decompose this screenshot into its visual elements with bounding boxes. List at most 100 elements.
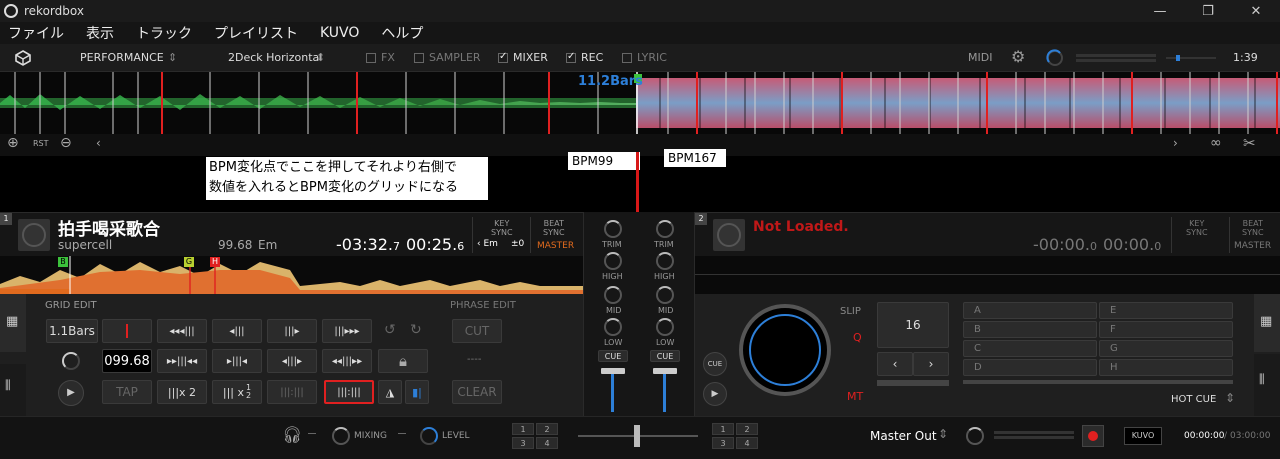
deck2-jog-wheel[interactable] [739,304,831,396]
crossfader-handle[interactable] [634,425,640,447]
link-icon[interactable]: ∞ [1210,135,1222,151]
menu-help[interactable]: ヘルプ [381,23,423,43]
deck2-overview-waveform[interactable] [695,256,1280,294]
maximize-button[interactable]: ❐ [1188,0,1228,22]
auto-grid-button[interactable]: |||:||| [267,380,317,404]
ch1-low-knob[interactable] [604,318,622,336]
zoom-reset-button[interactable]: RST [33,139,49,148]
half-grid-button[interactable]: ||| x 12 [212,380,262,404]
tap-button[interactable]: TAP [102,380,152,404]
headphones-icon[interactable]: 🎧︎ [282,425,302,444]
zoom-in-icon[interactable]: ⊕ [7,135,19,151]
deck1-pad-mode-tab[interactable]: ▦ [0,294,26,352]
grid-lock-icon[interactable]: 🔒︎ [378,349,428,373]
hot-cue-g[interactable]: G [1099,340,1233,357]
deck2-key-sync[interactable]: KEY SYNC [1171,217,1227,253]
deck2-master-button[interactable]: MASTER [1234,241,1271,251]
hot-cue-a[interactable]: A [963,302,1097,319]
deck2-pad-mode-tab[interactable]: ▦ [1254,294,1280,352]
menu-kuvo[interactable]: KUVO [320,25,359,41]
menu-playlist[interactable]: プレイリスト [214,23,298,43]
shift-grid-right-large-button[interactable]: |||▸▸▸ [322,319,372,343]
record-button[interactable] [1082,425,1104,447]
deck1-key-sync[interactable]: KEY SYNC ‹ Em ±0 [472,217,528,253]
scissors-icon[interactable]: ✂ [1243,134,1256,152]
quantize-button[interactable]: Q [853,331,862,344]
mixer-toggle[interactable]: MIXER [498,51,548,64]
ch2-high-knob[interactable] [656,252,674,270]
deck2-play-button[interactable]: ▶ [703,382,727,406]
ch2-fader-handle[interactable] [653,368,677,374]
ch2-mid-knob[interactable] [656,286,674,304]
deck2-beat-sync[interactable]: BEAT SYNC MASTER [1229,217,1279,253]
ch2-low-knob[interactable] [656,318,674,336]
ch2-cue-button[interactable]: CUE [650,350,680,362]
shift-grid-left-large-button[interactable]: ◂◂◂||| [157,319,207,343]
beat-assign-icon[interactable]: ▮| [405,380,429,404]
hot-cue-b[interactable]: B [963,321,1097,338]
widen-grid-small-button[interactable]: ◂|||▸ [267,349,317,373]
layout-selector[interactable]: 2Deck Horizontal [228,51,322,64]
mode-chevron-icon[interactable]: ⇕ [168,51,177,64]
fx-toggle[interactable]: FX [366,51,395,64]
crossfader-assign-left[interactable]: 12 34 [512,423,558,449]
rec-level-knob[interactable] [966,427,984,445]
master-out-chevron-icon[interactable]: ⇕ [938,427,948,441]
menu-track[interactable]: トラック [136,23,192,43]
master-tempo-button[interactable]: MT [847,390,863,403]
shift-grid-left-button[interactable]: ◂||| [212,319,262,343]
menu-view[interactable]: 表示 [86,23,114,43]
master-out-selector[interactable]: Master Out [870,429,937,443]
deck1-overview-waveform[interactable]: B G H [0,256,583,294]
deck2-cue-button[interactable]: CUE [703,352,727,376]
deck1-meter-tab[interactable]: ⫼ [0,364,26,416]
narrow-grid-button[interactable]: ▸▸|||◂◂ [157,349,207,373]
deck1-cue-b[interactable]: B [58,257,68,267]
minimize-button[interactable]: — [1140,0,1180,22]
ch2-trim-knob[interactable] [656,220,674,238]
bpm-change-point-button[interactable]: |||:||| [324,380,374,404]
hot-cue-c[interactable]: C [963,340,1097,357]
loop-prev-button[interactable]: ‹ [877,352,913,376]
phrase-cut-button[interactable]: CUT [452,319,502,343]
narrow-grid-small-button[interactable]: ▸|||◂ [212,349,262,373]
hot-cue-e[interactable]: E [1099,302,1233,319]
lyric-toggle[interactable]: LYRIC [622,51,667,64]
preview-slider[interactable] [1166,57,1216,59]
headphone-mixing-knob[interactable] [332,427,350,445]
headphone-level-knob[interactable] [420,427,438,445]
menu-file[interactable]: ファイル [8,23,64,43]
loop-next-button[interactable]: › [913,352,949,376]
hot-cue-mode-selector[interactable]: HOT CUE [1171,394,1216,405]
hot-cue-scrollbar[interactable] [963,380,1233,384]
mode-selector[interactable]: PERFORMANCE [80,51,164,64]
bars-display[interactable]: 1.1Bars [46,319,98,343]
deck1-cue-h[interactable]: H [210,257,220,267]
master-volume-knob-icon[interactable] [1046,49,1064,67]
chevron-left-icon[interactable]: ‹ [96,136,101,150]
rekordbox-cube-icon[interactable] [15,50,31,66]
zoom-out-icon[interactable]: ⊖ [60,135,72,151]
deck2-meter-tab[interactable]: ⫼ [1254,354,1280,416]
undo-icon[interactable]: ↺ [384,322,396,338]
redo-icon[interactable]: ↻ [410,322,422,338]
gear-icon[interactable]: ⚙ [1011,47,1025,66]
beat-loop-count[interactable]: 16 [877,302,949,348]
double-grid-button[interactable]: ||| x 2 [157,380,207,404]
crossfader-assign-right[interactable]: 12 34 [712,423,758,449]
deck1-beat-sync[interactable]: BEAT SYNC MASTER [530,217,580,253]
ch1-high-knob[interactable] [604,252,622,270]
deck1-cue-g[interactable]: G [184,257,194,267]
close-button[interactable]: ✕ [1236,0,1276,22]
sampler-toggle[interactable]: SAMPLER [414,51,481,64]
shift-grid-right-button[interactable]: |||▸ [267,319,317,343]
hot-cue-mode-chevron-icon[interactable]: ⇕ [1225,391,1235,405]
hot-cue-d[interactable]: D [963,359,1097,376]
deck1-master-button[interactable]: MASTER [537,241,574,251]
deck1-play-button[interactable]: ▶ [58,380,84,406]
enlarged-waveform[interactable]: 11.2Bars [0,72,1280,134]
widen-grid-button[interactable]: ◂◂|||▸▸ [322,349,372,373]
phrase-clear-button[interactable]: CLEAR [452,380,502,404]
kuvo-button[interactable]: KUVO [1124,427,1162,445]
rec-toggle[interactable]: REC [566,51,603,64]
